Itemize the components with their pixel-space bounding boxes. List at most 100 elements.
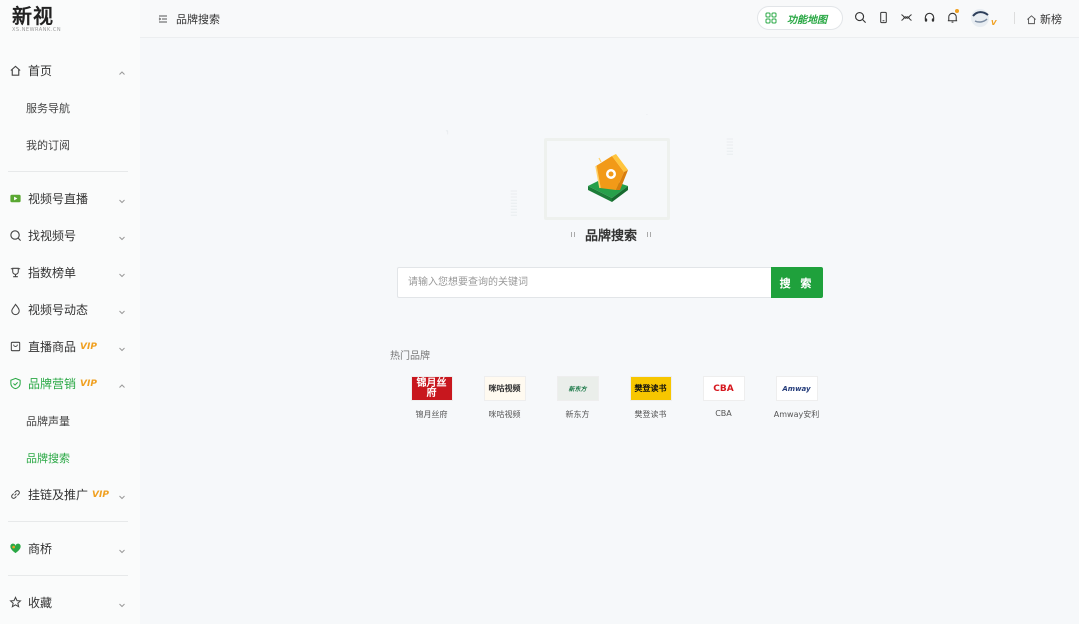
link-icon [8, 488, 22, 502]
brand-badge-icon [588, 154, 628, 202]
sidebar-divider [8, 575, 128, 576]
brand-name: 樊登读书 [634, 410, 667, 419]
sidebar-item-label: 挂链及推广 [28, 488, 89, 502]
breadcrumb: 品牌搜索 [158, 11, 220, 27]
brand-item-amway[interactable]: Amway Amway安利 [760, 376, 833, 420]
sidebar-item-find-channel[interactable]: 找视频号 [0, 217, 140, 254]
search-input[interactable] [397, 267, 771, 298]
bag-icon [8, 340, 22, 354]
avatar[interactable]: V [969, 7, 1001, 29]
logo[interactable]: 新视 XS.NEWRANK.CN [12, 4, 61, 33]
brand-item-cba[interactable]: CBA CBA [687, 376, 760, 420]
star-icon [8, 596, 22, 610]
hot-brands-title: 热门品牌 [390, 351, 430, 362]
logo-subtext: XS.NEWRANK.CN [12, 27, 62, 33]
shield-icon [8, 377, 22, 391]
sidebar: 新视 XS.NEWRANK.CN 首页 服务导航 我的订阅 视频号直播 找视频号… [0, 0, 140, 624]
chevron-up-icon [118, 379, 126, 388]
brand-logo: 樊登读书 [629, 376, 672, 401]
sidebar-item-brand-search[interactable]: 品牌搜索 [0, 439, 140, 476]
brand-logo: 新东方 [556, 376, 599, 401]
sidebar-item-my-subscriptions[interactable]: 我的订阅 [0, 126, 140, 163]
brand-name: 咪咕视频 [488, 410, 521, 419]
live-icon [8, 192, 22, 206]
hot-brands-list: 锦月丝府 锦月丝府 咪咕视频 咪咕视频 新东方 新东方 樊登读书 樊登读书 CB… [395, 376, 833, 420]
brand-logo: 咪咕视频 [483, 376, 526, 401]
home-icon [8, 64, 22, 78]
sidebar-divider [8, 521, 128, 522]
topbar: 品牌搜索 功能地图 V 新榜 [140, 0, 1079, 38]
brand-item-jinyue[interactable]: 锦月丝府 锦月丝府 [395, 376, 468, 420]
feature-map-label: 功能地图 [787, 14, 827, 26]
vip-badge: VIP [80, 378, 97, 389]
decoration: ┐ [446, 128, 451, 135]
notification-dot [955, 9, 959, 13]
sidebar-item-channel-feed[interactable]: 视频号动态 [0, 291, 140, 328]
brand-item-migu[interactable]: 咪咕视频 咪咕视频 [468, 376, 541, 420]
sidebar-item-brand-volume[interactable]: 品牌声量 [0, 402, 140, 439]
decoration [570, 231, 575, 237]
search-bar: 搜 索 [397, 267, 823, 298]
brand-name: Amway安利 [773, 410, 820, 419]
chevron-down-icon [118, 231, 126, 241]
brand-item-fandeng[interactable]: 樊登读书 樊登读书 [614, 376, 687, 420]
chevron-down-icon [118, 305, 126, 315]
chevron-down-icon [118, 598, 126, 608]
chevron-down-icon [118, 268, 126, 278]
sidebar-item-favorites[interactable]: 收藏 [0, 584, 140, 621]
channel-logo-icon[interactable] [899, 10, 913, 24]
sidebar-divider [8, 171, 128, 172]
sidebar-item-index-rank[interactable]: 指数榜单 [0, 254, 140, 291]
svg-text:V: V [991, 19, 997, 27]
vip-badge: VIP [80, 341, 97, 352]
trophy-icon [8, 266, 22, 280]
bell-icon[interactable] [945, 9, 959, 24]
new-rank-link[interactable]: 新榜 [1026, 11, 1062, 27]
home-icon [1027, 14, 1036, 24]
sidebar-item-label: 商桥 [28, 542, 53, 556]
sidebar-item-live[interactable]: 视频号直播 [0, 180, 140, 217]
chevron-down-icon [118, 544, 126, 554]
sidebar-item-label: 指数榜单 [28, 266, 77, 280]
sidebar-item-home[interactable]: 首页 [0, 52, 140, 89]
sidebar-nav: 首页 服务导航 我的订阅 视频号直播 找视频号 指数榜单 视频号动态 直播商品 … [0, 52, 140, 621]
heart-icon [8, 542, 22, 556]
feature-map-button[interactable]: 功能地图 [757, 6, 843, 30]
sidebar-item-label: 收藏 [28, 596, 53, 610]
brand-name: CBA [715, 409, 732, 418]
chevron-down-icon [118, 490, 126, 500]
brand-logo: CBA [702, 376, 745, 401]
headset-icon[interactable] [922, 10, 936, 24]
sidebar-item-link-promotion[interactable]: 挂链及推广 VIP [0, 476, 140, 513]
sidebar-item-live-goods[interactable]: 直播商品 VIP [0, 328, 140, 365]
decoration [647, 231, 651, 237]
chevron-up-icon [118, 66, 126, 75]
sidebar-item-label: 首页 [28, 64, 53, 78]
logo-text: 新视 [12, 4, 54, 28]
page-title: 品牌搜索 [584, 228, 637, 244]
new-rank-label: 新榜 [1040, 13, 1062, 26]
sidebar-item-brand-marketing[interactable]: 品牌营销 VIP [0, 365, 140, 402]
flame-icon [8, 303, 22, 317]
decoration: ||||||||| [510, 190, 517, 218]
chevron-down-icon [118, 194, 126, 204]
decoration: · [646, 112, 649, 119]
mobile-icon[interactable] [876, 10, 890, 24]
search-button[interactable]: 搜 索 [771, 267, 823, 298]
hero-title-wrap: 品牌搜索 [556, 225, 666, 244]
brand-item-new-oriental[interactable]: 新东方 新东方 [541, 376, 614, 420]
brand-name: 新东方 [565, 410, 590, 419]
vip-badge: VIP [92, 489, 109, 500]
sidebar-item-service-nav[interactable]: 服务导航 [0, 89, 140, 126]
sidebar-item-label: 视频号直播 [28, 192, 89, 206]
brand-logo: Amway [775, 376, 818, 401]
decoration: |||||| [726, 138, 733, 157]
grid-icon [765, 12, 777, 24]
sidebar-item-business-bridge[interactable]: 商桥 [0, 530, 140, 567]
search-icon [8, 229, 22, 243]
brand-logo: 锦月丝府 [410, 376, 453, 401]
sidebar-item-label: 找视频号 [28, 229, 77, 243]
search-icon[interactable] [853, 10, 867, 24]
menu-collapse-icon[interactable] [158, 14, 168, 24]
sidebar-item-label: 直播商品 [28, 340, 77, 354]
